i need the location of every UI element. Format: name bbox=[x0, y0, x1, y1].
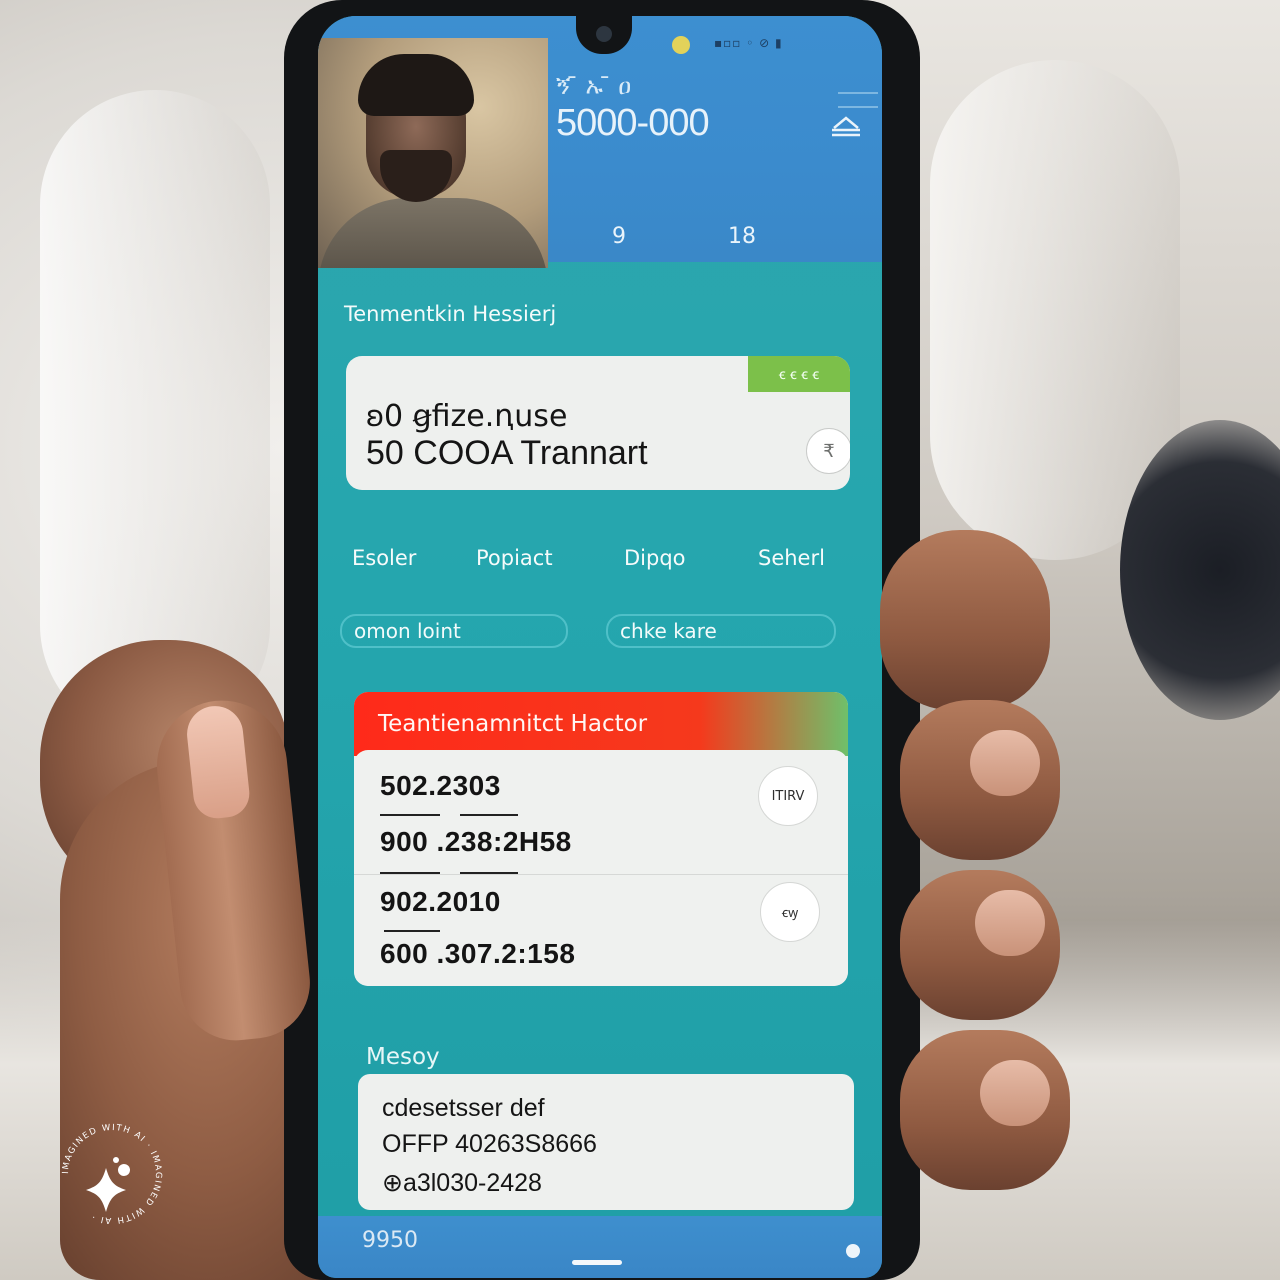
history-list: 502.2303 900 .238:2H58 902.2010 600 .307… bbox=[354, 750, 848, 986]
memo-line-2: OFFP 40263S8666 bbox=[382, 1130, 597, 1158]
memo-line-1: cdesetsser def bbox=[382, 1094, 545, 1122]
card-subtitle: ꞝ0 ꞡfize.ꞑuse bbox=[366, 399, 568, 434]
history-row-1[interactable]: 502.2303 bbox=[380, 770, 501, 802]
memo-line-3: ⊕a3l030-2428 bbox=[382, 1169, 542, 1197]
corner-indicator bbox=[846, 1244, 860, 1258]
menu-line-top bbox=[838, 92, 878, 94]
tab-popiact[interactable]: Popiact bbox=[476, 546, 553, 570]
memo-card[interactable]: cdesetsser def OFFP 40263S8666 ⊕a3l030-2… bbox=[358, 1074, 854, 1210]
footer-text: 9950 bbox=[362, 1228, 418, 1253]
tab-esoler[interactable]: Esoler bbox=[352, 546, 416, 570]
menu-line-mid bbox=[838, 106, 878, 108]
history-title: Teantienamnitct Hactor bbox=[354, 692, 848, 756]
phone-screen: ▪▫▫ ◦ ⊘ ▮ ኝ ̄ ኡ ̄ ዐ 5000-000 9 18 Tenmen… bbox=[318, 16, 882, 1278]
front-camera bbox=[596, 26, 612, 42]
ring-fingernail bbox=[975, 890, 1045, 956]
stat-value-1: 9 bbox=[612, 224, 626, 249]
status-indicator bbox=[672, 36, 690, 54]
row-rule bbox=[460, 872, 518, 874]
status-bar-icons: ▪▫▫ ◦ ⊘ ▮ bbox=[714, 36, 783, 50]
note-icon[interactable]: ꞓꝡ bbox=[760, 882, 820, 942]
balance-label: ኝ ̄ ኡ ̄ ዐ bbox=[556, 72, 632, 100]
row-rule bbox=[380, 872, 440, 874]
tab-seherl[interactable]: Seherl bbox=[758, 546, 825, 570]
middle-fingernail bbox=[970, 730, 1040, 796]
svg-text:IMAGINED WITH AI · IMAGINED WI: IMAGINED WITH AI · IMAGINED WITH AI · bbox=[61, 1123, 163, 1225]
row-rule bbox=[380, 814, 440, 816]
history-row-3[interactable]: 902.2010 bbox=[380, 886, 501, 918]
search-input-right[interactable]: chke kare bbox=[606, 614, 836, 648]
ai-watermark-icon: IMAGINED WITH AI · IMAGINED WITH AI · bbox=[61, 1123, 163, 1225]
profile-photo[interactable] bbox=[318, 38, 548, 268]
stat-value-2: 18 bbox=[728, 224, 756, 249]
tab-dipqo[interactable]: Dipqo bbox=[624, 546, 686, 570]
balance-amount: 5000-000 bbox=[556, 102, 710, 144]
photo-hair bbox=[358, 54, 474, 116]
card-amount: 50 COOA Trannart bbox=[366, 434, 648, 472]
watermark-text: IMAGINED WITH AI · IMAGINED WITH AI · bbox=[61, 1123, 162, 1225]
badge-icon[interactable]: ITIRV bbox=[758, 766, 818, 826]
photo-beard bbox=[380, 150, 452, 202]
index-finger bbox=[880, 530, 1050, 710]
photo-scene: ▪▫▫ ◦ ⊘ ▮ ኝ ̄ ኡ ̄ ዐ 5000-000 9 18 Tenmen… bbox=[0, 0, 1280, 1280]
upload-icon[interactable] bbox=[830, 114, 862, 138]
row-rule bbox=[384, 930, 440, 932]
status-badge: ꞓ ꞓ ꞓ ꞓ bbox=[748, 356, 850, 392]
memo-title: Mesoy bbox=[366, 1044, 440, 1070]
section-title: Tenmentkin Hessierj bbox=[344, 302, 557, 326]
history-panel: Teantienamnitct Hactor 502.2303 900 .238… bbox=[354, 692, 848, 986]
row-rule bbox=[460, 814, 518, 816]
transaction-card[interactable]: ꞓ ꞓ ꞓ ꞓ ꞝ0 ꞡfize.ꞑuse 50 COOA Trannart ₹ bbox=[346, 356, 850, 490]
rupee-coin-icon[interactable]: ₹ bbox=[806, 428, 850, 474]
search-input-left[interactable]: omon loint bbox=[340, 614, 568, 648]
history-row-4[interactable]: 600 .307.2:158 bbox=[380, 938, 575, 970]
little-fingernail bbox=[980, 1060, 1050, 1126]
row-divider bbox=[354, 874, 848, 875]
home-indicator[interactable] bbox=[572, 1260, 622, 1265]
history-row-2[interactable]: 900 .238:2H58 bbox=[380, 826, 572, 858]
photo-torso bbox=[318, 198, 548, 268]
